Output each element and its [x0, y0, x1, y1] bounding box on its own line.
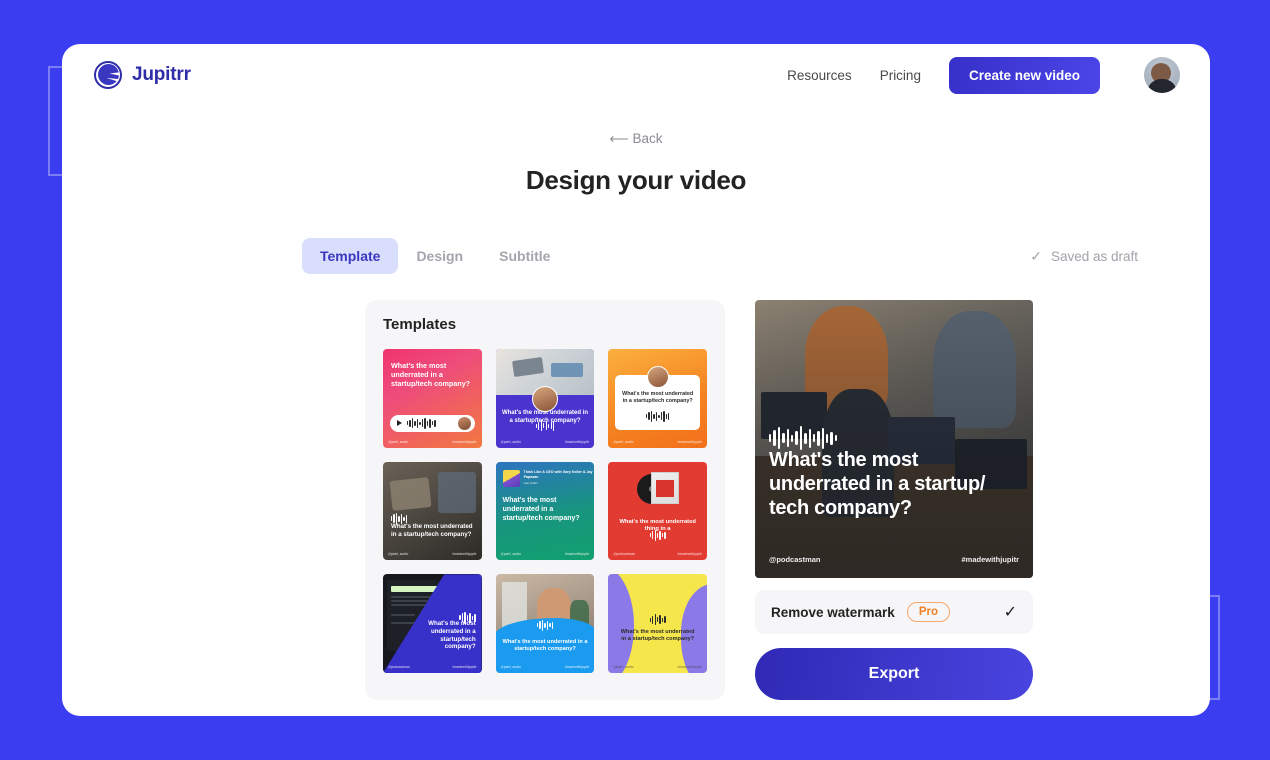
- template-card-7-footer: @podcastman #madewithjupitr: [388, 665, 477, 669]
- footer-handle: @patri_audio: [388, 552, 409, 557]
- template-card-3-avatar: [646, 366, 669, 388]
- nav-link-pricing[interactable]: Pricing: [880, 68, 921, 83]
- tab-subtitle[interactable]: Subtitle: [481, 238, 568, 274]
- pro-badge: Pro: [906, 602, 950, 622]
- footer-hashtag: #madewithjupitr: [677, 439, 702, 444]
- app-header: Jupitrr Resources Pricing Create new vid…: [62, 44, 1210, 106]
- footer-hashtag: #madewithjupitr: [677, 665, 702, 669]
- waveform-icon: [535, 420, 555, 432]
- preview-footer: @podcastman #madewithjupitr: [769, 555, 1019, 564]
- check-icon: ✓: [1030, 247, 1042, 264]
- footer-hashtag: #madewithjupitr: [564, 665, 590, 670]
- preview-title: What's the most underrated in a startup/…: [769, 449, 986, 519]
- footer-handle: @patri_audio: [613, 439, 634, 444]
- header-nav: Resources Pricing Create new video: [787, 56, 1180, 94]
- footer-handle: @podcastman: [388, 665, 410, 669]
- brand-logo[interactable]: Jupitrr: [94, 61, 191, 89]
- template-card-1-avatar: [457, 416, 471, 430]
- template-card-9-text: What's the most underrated in a startup/…: [620, 628, 695, 642]
- tab-bar: Template Design Subtitle ✓ Saved as draf…: [302, 238, 1172, 274]
- template-card-7-text: What's the most underrated in a startup/…: [428, 620, 476, 651]
- waveform-icon: [536, 619, 554, 631]
- template-card-4-text: What's the most underrated in a startup/…: [391, 522, 473, 538]
- template-card-8-text: What's the most underrated in a startup/…: [502, 639, 588, 653]
- template-card-4[interactable]: What's the most underrated in a startup/…: [383, 461, 482, 561]
- template-card-1-player: [390, 414, 475, 432]
- template-card-8-waveform: [496, 619, 595, 631]
- waveform-icon: [645, 410, 670, 422]
- preview-hashtag: #madewithjupitr: [961, 555, 1019, 564]
- template-card-9-footer: @patri_audio #madewithjupitr: [613, 665, 702, 669]
- jupitrr-globe-icon: [94, 61, 122, 89]
- template-card-6-artwork: [636, 471, 679, 506]
- template-card-3-footer: @patri_audio #madewithjupitr: [613, 440, 702, 444]
- template-card-9-waveform: [608, 614, 707, 626]
- template-card-9[interactable]: What's the most underrated in a startup/…: [608, 574, 707, 673]
- template-card-5-album-subtitle: Gary Keller: [523, 481, 538, 486]
- template-card-2-footer: @patri_audio #madewithjupitr: [501, 440, 590, 444]
- footer-handle: @patri_audio: [500, 552, 521, 557]
- app-window: Jupitrr Resources Pricing Create new vid…: [62, 44, 1210, 716]
- footer-handle: @patri_audio: [388, 439, 409, 444]
- remove-watermark-label: Remove watermark: [771, 604, 895, 620]
- save-status: ✓ Saved as draft: [1030, 248, 1138, 265]
- waveform-icon: [407, 417, 436, 429]
- page-title: Design your video: [525, 165, 747, 195]
- template-card-5-album-title: Think Like A CEO with Gary Keller & Jay …: [523, 469, 593, 479]
- footer-handle: @patri_audio: [500, 439, 521, 444]
- footer-handle: @podcastman: [613, 552, 636, 557]
- template-card-7[interactable]: What's the most underrated in a startup/…: [383, 574, 482, 673]
- export-button[interactable]: Export: [755, 648, 1033, 700]
- template-card-2-waveform: [496, 420, 595, 432]
- template-card-3[interactable]: What's the most underrated in a startup/…: [608, 349, 707, 448]
- template-card-5-text: What's the most underrated in a startup/…: [502, 497, 580, 522]
- template-card-1-text: What's the most underrated in a startup/…: [391, 361, 471, 388]
- templates-panel: Templates What's the most underrated in …: [365, 300, 725, 700]
- play-icon: [397, 420, 402, 427]
- template-card-6-waveform: [608, 529, 707, 541]
- back-link[interactable]: ⟵ Back: [62, 131, 1210, 147]
- footer-hashtag: #madewithjupitr: [677, 552, 702, 557]
- template-card-1-footer: @patri_audio #madewithjupitr: [388, 440, 477, 444]
- user-avatar[interactable]: [1144, 57, 1180, 93]
- template-card-2[interactable]: What's the most underrated in a startup/…: [495, 349, 595, 448]
- template-card-1[interactable]: What's the most underrated in a startup/…: [383, 349, 482, 448]
- tab-template[interactable]: Template: [302, 238, 399, 274]
- footer-handle: @patri_audio: [613, 665, 634, 669]
- album-art-icon: [502, 469, 520, 487]
- template-card-5-footer: @patri_audio #madewithjupitr: [501, 552, 590, 556]
- template-card-6[interactable]: What's the most underrated thing in a @p…: [608, 461, 707, 561]
- nav-link-resources[interactable]: Resources: [787, 68, 852, 83]
- template-card-3-text: What's the most underrated in a startup/…: [622, 390, 694, 404]
- footer-hashtag: #madewithjupitr: [452, 665, 477, 669]
- preview-handle: @podcastman: [769, 555, 821, 564]
- remove-watermark-row[interactable]: Remove watermark Pro ✓: [755, 590, 1033, 634]
- brand-name: Jupitrr: [132, 64, 191, 85]
- waveform-icon: [649, 614, 666, 626]
- template-card-8-footer: @patri_audio #madewithjupitr: [501, 665, 590, 669]
- template-card-8[interactable]: What's the most underrated in a startup/…: [495, 574, 595, 674]
- save-status-label: Saved as draft: [1050, 248, 1138, 264]
- template-card-5[interactable]: Think Like A CEO with Gary Keller & Jay …: [495, 461, 595, 561]
- footer-hashtag: #madewithjupitr: [564, 552, 590, 557]
- template-card-2-avatar: [531, 386, 558, 413]
- template-card-5-album: Think Like A CEO with Gary Keller & Jay …: [502, 469, 595, 487]
- footer-hashtag: #madewithjupitr: [452, 439, 477, 444]
- waveform-icon: [649, 529, 666, 541]
- footer-hashtag: #madewithjupitr: [452, 552, 477, 557]
- album-sleeve-icon: [650, 471, 679, 504]
- footer-handle: @patri_audio: [500, 665, 521, 670]
- tab-design[interactable]: Design: [398, 238, 481, 274]
- template-card-4-footer: @patri_audio #madewithjupitr: [388, 552, 477, 556]
- template-card-6-footer: @podcastman #madewithjupitr: [613, 552, 702, 556]
- app-root: Jupitrr Resources Pricing Create new vid…: [0, 0, 1270, 760]
- preview-column: What's the most underrated in a startup/…: [755, 300, 1033, 700]
- editor-content: Templates What's the most underrated in …: [365, 300, 1172, 700]
- create-new-video-button[interactable]: Create new video: [948, 56, 1100, 94]
- templates-panel-title: Templates: [383, 316, 457, 333]
- footer-hashtag: #madewithjupitr: [564, 439, 590, 444]
- watermark-check-icon[interactable]: ✓: [1004, 602, 1017, 622]
- templates-grid: What's the most underrated in a startup/…: [383, 349, 707, 674]
- video-preview[interactable]: What's the most underrated in a startup/…: [755, 300, 1033, 578]
